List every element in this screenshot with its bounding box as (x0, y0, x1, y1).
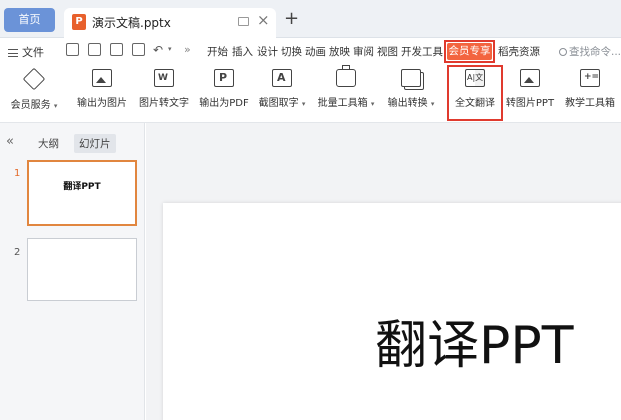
slide-editing-area: 翻译PPT (146, 123, 621, 420)
home-tab[interactable]: 首页 (4, 8, 55, 32)
convert-icon (401, 69, 421, 87)
slide-thumbnail-2[interactable] (27, 238, 137, 301)
close-tab-icon[interactable]: × (257, 11, 270, 29)
undo-dropdown-icon[interactable]: ▾ (168, 45, 172, 53)
image-export-icon (92, 69, 112, 87)
menu-review[interactable]: 审阅 (353, 44, 374, 59)
document-tab[interactable]: P 演示文稿.pptx × (64, 8, 276, 38)
slide-thumbnail-1[interactable]: 翻译PPT (27, 160, 137, 226)
image-to-text-label: 图片转文字 (139, 98, 189, 109)
menu-member-exclusive[interactable]: 会员专享 (444, 40, 495, 63)
menu-insert[interactable]: 插入 (232, 44, 253, 59)
translate-highlight-frame (447, 65, 503, 121)
file-menu-label: 文件 (22, 46, 44, 59)
menu-animation[interactable]: 动画 (305, 44, 326, 59)
search-icon (559, 48, 567, 56)
ppt-file-icon: P (72, 14, 86, 30)
menu-view[interactable]: 视图 (377, 44, 398, 59)
title-tab-bar: 首页 P 演示文稿.pptx × + (0, 0, 621, 38)
save-icon[interactable] (66, 43, 79, 56)
slide-panel: « 大纲 幻灯片 1 翻译PPT 2 (0, 123, 145, 420)
export-pdf-button[interactable]: 输出为PDF (196, 65, 252, 109)
menu-member-exclusive-label: 会员专享 (447, 43, 492, 60)
menu-design[interactable]: 设计 (257, 44, 278, 59)
slide-number: 1 (14, 168, 21, 179)
tab-outline[interactable]: 大纲 (33, 134, 64, 153)
document-tab-title: 演示文稿.pptx (92, 16, 171, 30)
hamburger-icon (8, 49, 18, 57)
slide-title-text[interactable]: 翻译PPT (375, 303, 573, 378)
menu-slideshow[interactable]: 放映 (329, 44, 350, 59)
file-menu[interactable]: 文件 (8, 44, 44, 60)
ribbon-toolbar: 会员服务 ▾ 输出为图片 图片转文字 输出为PDF 截图取字 ▾ 批量工具箱 ▾… (0, 65, 621, 123)
pdf-icon (214, 69, 234, 87)
image-to-word-icon (154, 69, 174, 87)
screenshot-text-button[interactable]: 截图取字 ▾ (254, 65, 310, 109)
menu-bar: 文件 ↶ ▾ » 开始 插入 设计 切换 动画 放映 审阅 视图 开发工具 会员… (0, 38, 621, 65)
image-ppt-icon (520, 69, 540, 87)
current-slide[interactable]: 翻译PPT (163, 203, 621, 420)
print-icon[interactable] (110, 43, 123, 56)
batch-tools-button[interactable]: 批量工具箱 ▾ (315, 65, 377, 109)
command-search-placeholder: 查找命令... (569, 46, 621, 58)
screenshot-text-label: 截图取字 ▾ (258, 98, 306, 109)
formula-board-icon (580, 69, 600, 87)
undo-icon[interactable]: ↶ (153, 43, 163, 57)
tab-slides[interactable]: 幻灯片 (74, 134, 116, 153)
ocr-capture-icon (272, 69, 292, 87)
menu-docer-resources[interactable]: 稻壳资源 (498, 44, 540, 59)
more-quick-access-icon[interactable]: » (184, 43, 191, 56)
menu-transition[interactable]: 切换 (281, 44, 302, 59)
collapse-panel-icon[interactable]: « (6, 134, 14, 149)
export-image-button[interactable]: 输出为图片 (74, 65, 130, 109)
diamond-icon (22, 67, 46, 91)
print-preview-icon[interactable] (132, 43, 145, 56)
image-to-text-button[interactable]: 图片转文字 (135, 65, 193, 109)
member-service-button[interactable]: 会员服务 ▾ (6, 65, 62, 111)
thumbnail-title: 翻译PPT (63, 182, 101, 192)
teaching-tools-button[interactable]: 教学工具箱 (561, 65, 619, 109)
new-tab-button[interactable]: + (284, 8, 299, 30)
slide-number: 2 (14, 247, 21, 258)
member-service-label: 会员服务 ▾ (10, 100, 58, 111)
toolbox-icon (336, 65, 356, 87)
menu-developer-tools[interactable]: 开发工具 (401, 44, 443, 59)
export-icon[interactable] (88, 43, 101, 56)
command-search[interactable]: 查找命令... (559, 44, 621, 59)
output-convert-button[interactable]: 输出转换 ▾ (383, 65, 439, 109)
menu-start[interactable]: 开始 (207, 44, 228, 59)
window-mode-icon[interactable] (238, 17, 249, 26)
export-pdf-label: 输出为PDF (199, 98, 249, 109)
export-image-label: 输出为图片 (77, 98, 127, 109)
batch-tools-label: 批量工具箱 ▾ (317, 98, 375, 109)
output-convert-label: 输出转换 ▾ (387, 98, 435, 109)
image-ppt-button[interactable]: 转图片PPT (503, 65, 557, 109)
image-ppt-label: 转图片PPT (505, 98, 555, 109)
teaching-tools-label: 教学工具箱 (565, 98, 615, 109)
